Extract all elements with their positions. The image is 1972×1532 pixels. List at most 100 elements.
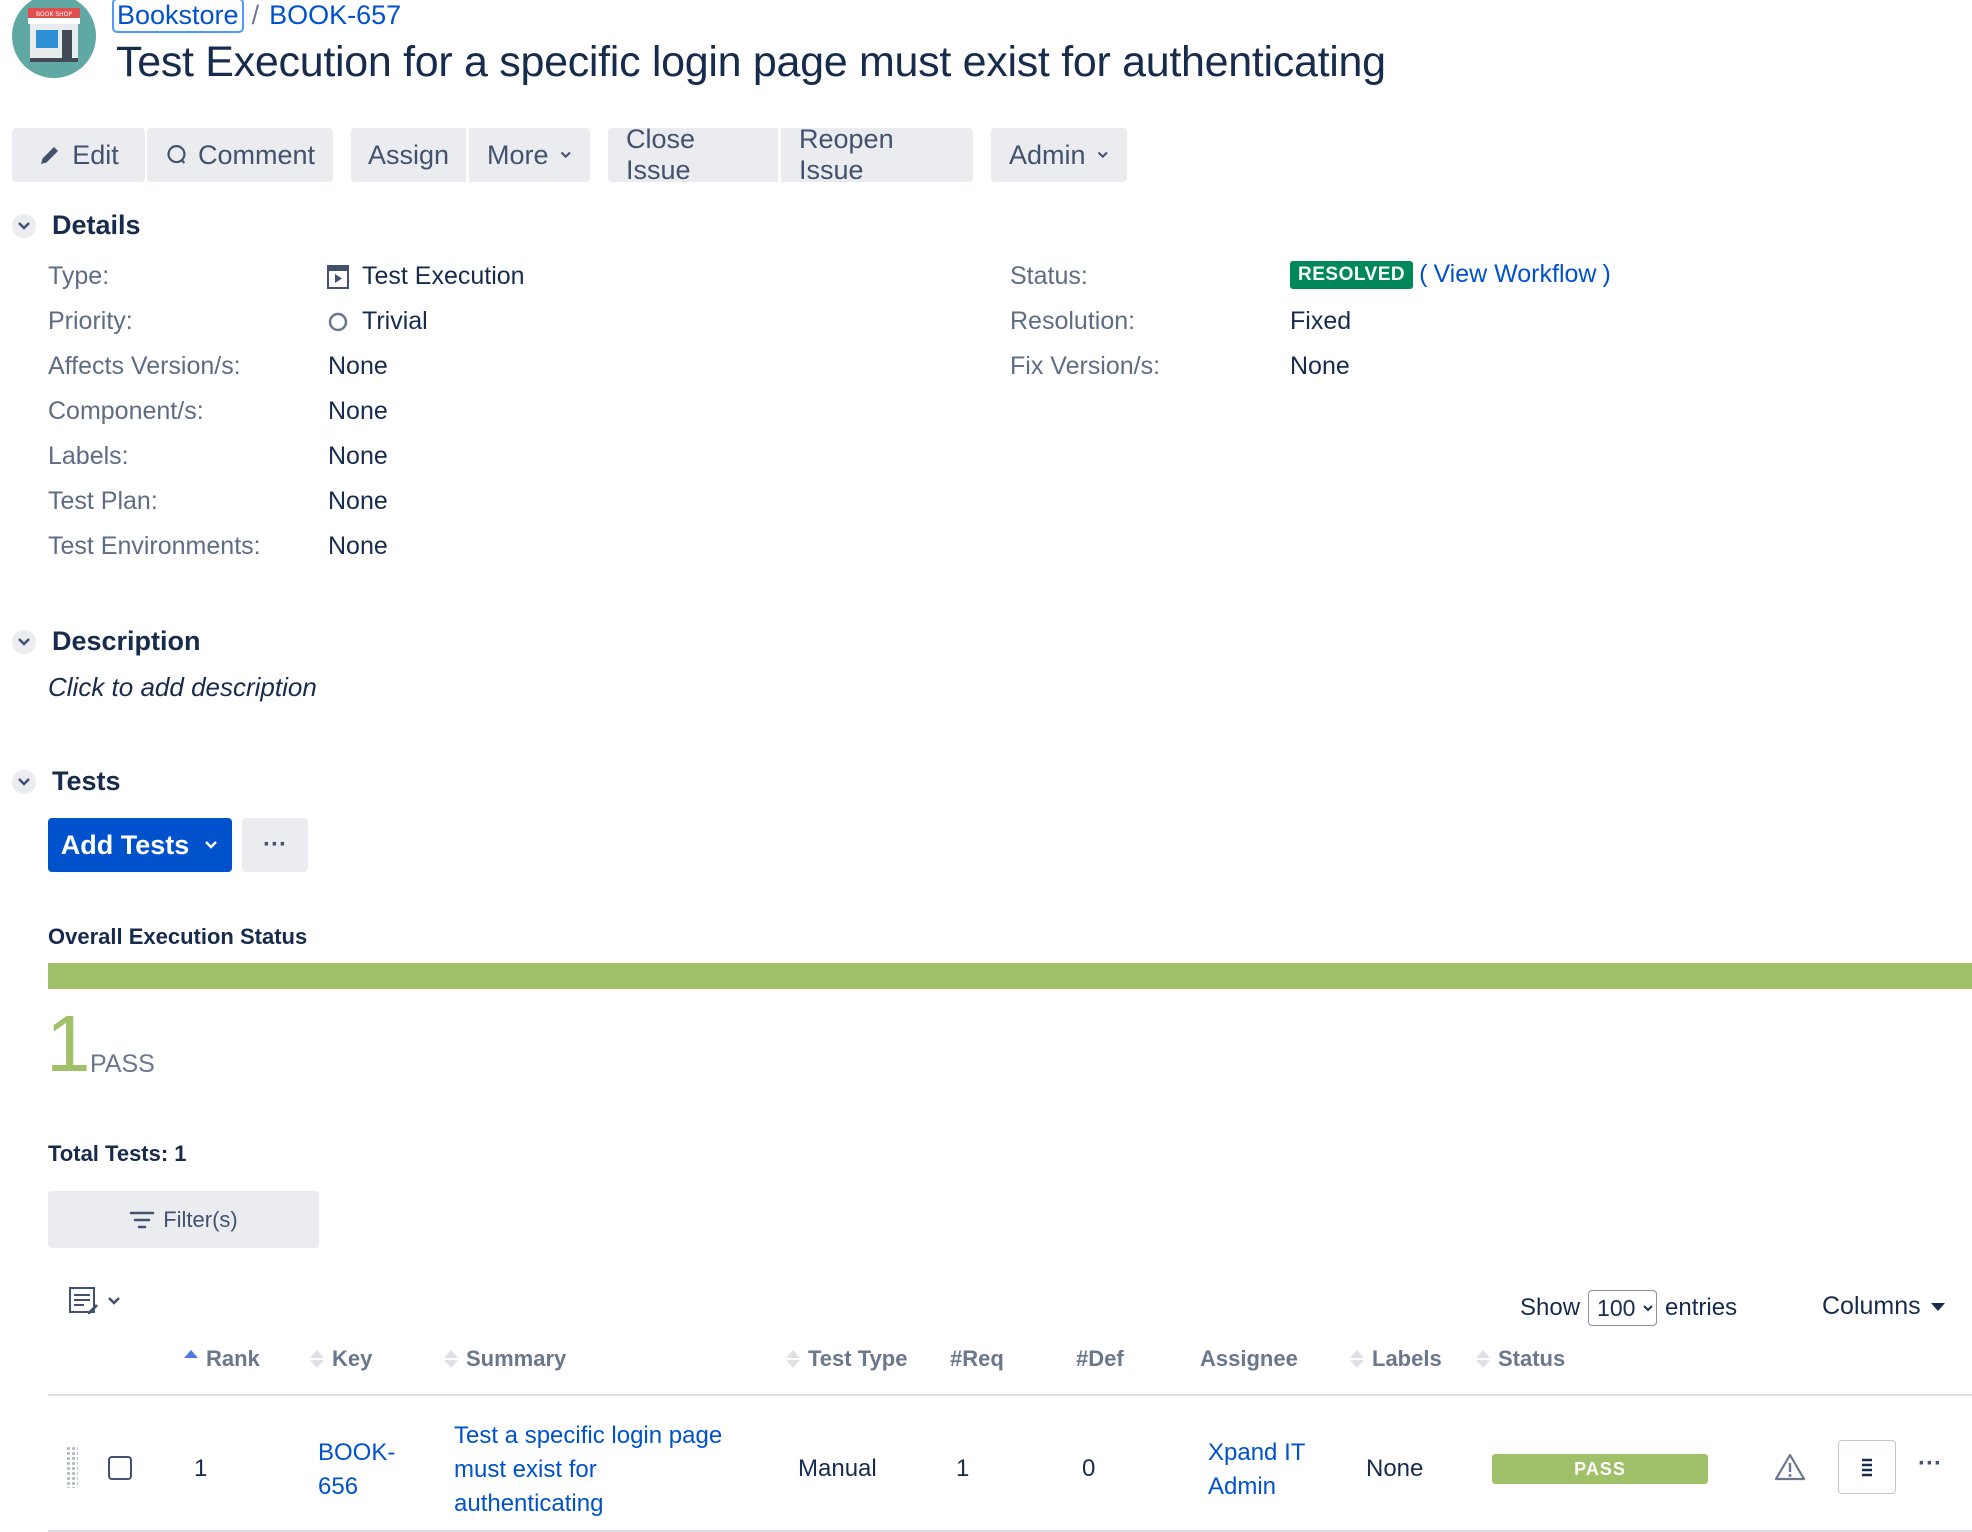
bulk-edit-menu[interactable] xyxy=(68,1286,122,1316)
field-label-affects-version: Affects Version/s: xyxy=(48,352,241,380)
row-assignee-link[interactable]: Xpand IT Admin xyxy=(1208,1436,1305,1504)
field-label-test-plan: Test Plan: xyxy=(48,487,158,515)
col-req: #Req xyxy=(950,1346,1004,1372)
columns-label: Columns xyxy=(1822,1292,1921,1320)
col-status[interactable]: Status xyxy=(1476,1346,1565,1372)
breadcrumb-separator: / xyxy=(251,0,260,30)
admin-button[interactable]: Admin xyxy=(991,128,1127,182)
sort-icon xyxy=(1350,1350,1364,1368)
row-key-link[interactable]: BOOK- 656 xyxy=(318,1436,395,1504)
row-summary-line1: Test a specific login page xyxy=(454,1422,723,1449)
row-summary-line3: authenticating xyxy=(454,1490,604,1517)
field-label-test-environments: Test Environments: xyxy=(48,532,261,560)
chevron-down-icon xyxy=(560,151,571,159)
row-details-button[interactable] xyxy=(1838,1440,1896,1494)
more-button[interactable]: More xyxy=(469,128,590,182)
type-value-text: Test Execution xyxy=(362,262,525,290)
field-label-type: Type: xyxy=(48,262,110,290)
row-key-line1: BOOK- xyxy=(318,1439,396,1466)
col-labels[interactable]: Labels xyxy=(1350,1346,1442,1372)
field-value-labels: None xyxy=(328,442,388,470)
breadcrumb: Bookstore / BOOK-657 xyxy=(112,0,401,33)
breadcrumb-project-link[interactable]: Bookstore xyxy=(112,0,244,33)
description-section-toggle[interactable]: Description xyxy=(12,626,201,657)
overall-execution-status-label: Overall Execution Status xyxy=(48,924,308,949)
col-rank[interactable]: Rank xyxy=(184,1346,260,1372)
sort-icon xyxy=(786,1350,800,1368)
drag-handle-icon[interactable] xyxy=(66,1446,78,1488)
close-issue-button[interactable]: Close Issue xyxy=(608,124,778,185)
entries-select[interactable]: 100 xyxy=(1588,1290,1658,1326)
field-label-priority: Priority: xyxy=(48,307,133,335)
reopen-issue-button[interactable]: Reopen Issue xyxy=(781,124,973,185)
assign-button-label: Assign xyxy=(367,139,450,170)
col-test-type[interactable]: Test Type xyxy=(786,1346,907,1372)
field-label-components: Component/s: xyxy=(48,397,204,425)
project-avatar[interactable]: BOOK SHOP xyxy=(12,0,96,78)
field-value-type: Test Execution xyxy=(326,262,525,291)
more-button-label: More xyxy=(487,139,549,170)
entries-control: Show 100 entries xyxy=(1520,1290,1737,1326)
chevron-down-icon xyxy=(108,1297,120,1305)
chevron-down-icon xyxy=(12,769,36,794)
col-req-label: #Req xyxy=(950,1346,1004,1371)
svg-text:BOOK SHOP: BOOK SHOP xyxy=(36,11,72,18)
view-workflow-paren-close: ) xyxy=(1602,260,1611,288)
filter-icon xyxy=(129,1211,155,1228)
field-value-affects-version: None xyxy=(328,352,388,380)
details-heading: Details xyxy=(52,210,141,240)
row-labels: None xyxy=(1366,1455,1424,1482)
overall-execution-bar-pass-segment[interactable] xyxy=(48,963,1972,989)
reopen-issue-label: Reopen Issue xyxy=(799,124,894,185)
col-status-label: Status xyxy=(1498,1346,1566,1371)
add-tests-label: Add Tests xyxy=(60,829,190,860)
more-icon: ··· xyxy=(263,831,287,858)
col-key-label: Key xyxy=(332,1346,373,1371)
comment-button[interactable]: Comment xyxy=(147,128,333,182)
tests-more-button[interactable]: ··· xyxy=(242,818,308,872)
add-tests-button[interactable]: Add Tests xyxy=(48,818,232,872)
overall-execution-bar xyxy=(48,963,1972,989)
field-value-status: RESOLVED (View Workflow) xyxy=(1290,260,1611,289)
bookshop-storefront-icon: BOOK SHOP xyxy=(28,8,80,62)
sort-icon xyxy=(444,1350,458,1368)
field-value-priority: Trivial xyxy=(326,307,428,336)
edit-button[interactable]: Edit xyxy=(12,128,145,182)
caret-down-icon xyxy=(1930,1302,1945,1311)
row-rank: 1 xyxy=(194,1455,208,1482)
sort-icon xyxy=(310,1350,324,1368)
chevron-down-icon xyxy=(12,629,36,654)
columns-dropdown[interactable]: Columns xyxy=(1822,1292,1945,1321)
pass-label: PASS xyxy=(90,1050,155,1078)
row-summary-link[interactable]: Test a specific login page must exist fo… xyxy=(454,1419,722,1521)
col-def: #Def xyxy=(1076,1346,1124,1372)
comment-button-label: Comment xyxy=(197,139,315,170)
view-workflow-paren-open: ( xyxy=(1419,260,1428,288)
sort-asc-icon xyxy=(184,1350,198,1368)
tests-heading: Tests xyxy=(52,766,121,796)
details-section-toggle[interactable]: Details xyxy=(12,210,141,241)
col-key[interactable]: Key xyxy=(310,1346,372,1372)
row-checkbox[interactable] xyxy=(108,1456,132,1480)
row-status-badge[interactable]: PASS xyxy=(1492,1454,1708,1484)
test-execution-icon xyxy=(327,264,349,289)
page-title: Test Execution for a specific login page… xyxy=(116,38,1386,86)
breadcrumb-issue-link[interactable]: BOOK-657 xyxy=(269,0,401,31)
description-placeholder[interactable]: Click to add description xyxy=(48,672,317,703)
field-value-fix-version: None xyxy=(1290,352,1350,380)
tests-section-toggle[interactable]: Tests xyxy=(12,766,121,797)
field-value-test-environments: None xyxy=(328,532,388,560)
view-workflow-link[interactable]: View Workflow xyxy=(1433,260,1596,289)
row-def: 0 xyxy=(1082,1455,1096,1482)
field-value-components: None xyxy=(328,397,388,425)
row-req-link[interactable]: 1 xyxy=(956,1452,969,1486)
col-summary[interactable]: Summary xyxy=(444,1346,566,1372)
row-assignee-line1: Xpand IT xyxy=(1208,1439,1306,1466)
row-more-icon[interactable]: ··· xyxy=(1918,1450,1942,1478)
chevron-down-icon xyxy=(1097,151,1108,159)
filters-button[interactable]: Filter(s) xyxy=(48,1191,319,1248)
status-badge: RESOLVED xyxy=(1290,260,1414,289)
edit-button-label: Edit xyxy=(72,139,119,170)
warning-icon[interactable] xyxy=(1774,1452,1806,1482)
assign-button[interactable]: Assign xyxy=(351,128,466,182)
